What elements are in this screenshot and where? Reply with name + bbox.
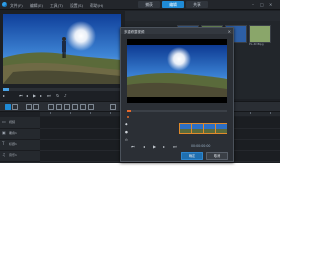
dlg-go-start-icon[interactable]: ⏮ bbox=[131, 144, 135, 149]
project-mode-icon[interactable]: ▸ bbox=[3, 93, 5, 98]
track-label: 视频 bbox=[9, 120, 16, 124]
volume-icon[interactable]: ♪ bbox=[64, 93, 67, 98]
library-tabbar bbox=[125, 11, 280, 21]
preview-frame-image bbox=[3, 14, 121, 84]
mark-in-handle[interactable] bbox=[127, 116, 129, 118]
filmstrip-frame bbox=[180, 124, 191, 133]
zoom-icon[interactable]: ⊙ bbox=[125, 138, 128, 142]
next-frame-icon[interactable]: ▸ bbox=[40, 93, 42, 98]
menu-help[interactable]: 帮助(H) bbox=[90, 3, 103, 9]
go-end-icon[interactable]: ⏭ bbox=[47, 93, 51, 98]
mode-tab-capture[interactable]: 捕获 bbox=[138, 1, 160, 8]
dlg-next-frame-icon[interactable]: ▸ bbox=[163, 144, 165, 149]
trim-filmstrip[interactable] bbox=[179, 123, 227, 134]
preview-player[interactable] bbox=[3, 14, 121, 84]
track-label: 标题1 bbox=[9, 142, 17, 146]
title-track-icon: T bbox=[2, 141, 5, 146]
close-icon[interactable]: ✕ bbox=[269, 2, 272, 7]
cancel-button[interactable]: 取消 bbox=[206, 152, 228, 160]
ok-button[interactable]: 确定 bbox=[181, 152, 203, 160]
prev-frame-icon[interactable]: ◂ bbox=[26, 93, 28, 98]
minimize-icon[interactable]: – bbox=[252, 2, 254, 7]
dialog-scrubber[interactable] bbox=[127, 110, 227, 112]
undo-icon[interactable] bbox=[26, 104, 32, 110]
go-start-icon[interactable]: ⏮ bbox=[19, 93, 23, 98]
mark-in-icon[interactable]: ◆ bbox=[125, 122, 128, 126]
library-thumbnail[interactable] bbox=[249, 25, 271, 43]
play-icon[interactable]: ▶ bbox=[33, 93, 36, 98]
track-label: 音乐1 bbox=[9, 153, 17, 157]
video-track-icon: ▭ bbox=[2, 119, 6, 124]
dlg-go-end-icon[interactable]: ⏭ bbox=[173, 144, 177, 149]
track-label: 覆叠1 bbox=[9, 131, 17, 135]
music-track-icon: ♫ bbox=[2, 152, 6, 157]
multi-trim-dialog: 多重修整视频 × ◆ ● ⊙ ⏮ ◂ ▶ ▸ ⏭ 00:00:00:00 确定 … bbox=[120, 27, 234, 162]
auto-music-icon[interactable] bbox=[64, 104, 70, 110]
storyboard-view-icon[interactable] bbox=[5, 104, 11, 110]
menu-settings[interactable]: 设置(S) bbox=[70, 3, 83, 9]
dialog-timecode[interactable]: 00:00:00:00 bbox=[191, 144, 210, 148]
dlg-play-icon[interactable]: ▶ bbox=[153, 144, 156, 149]
subtitle-icon[interactable] bbox=[80, 104, 86, 110]
mixer-icon[interactable] bbox=[56, 104, 62, 110]
track-headers: ▭ 视频 ▣ 覆叠1 T 标题1 ♫ 音乐1 bbox=[0, 117, 40, 163]
zoom-fit-icon[interactable] bbox=[110, 104, 116, 110]
motion-track-icon[interactable] bbox=[72, 104, 78, 110]
dlg-prev-frame-icon[interactable]: ◂ bbox=[143, 144, 145, 149]
library-thumbnail-label: PL-4DBpg bbox=[249, 42, 264, 46]
mode-tab-edit[interactable]: 编辑 bbox=[162, 1, 184, 8]
dialog-titlebar: 多重修整视频 × bbox=[121, 28, 233, 34]
dialog-preview-image bbox=[127, 39, 227, 103]
filmstrip-frame bbox=[204, 124, 215, 133]
menu-bar: 文件(F) 编辑(E) 工具(T) 设置(S) 帮助(H) 捕获 编辑 共享 –… bbox=[0, 0, 280, 10]
dialog-title: 多重修整视频 bbox=[124, 30, 145, 34]
overlay-track-icon: ▣ bbox=[2, 130, 6, 135]
track-header-music[interactable]: ♫ 音乐1 bbox=[0, 150, 40, 162]
menu-edit[interactable]: 编辑(E) bbox=[30, 3, 43, 9]
timeline-view-icon[interactable] bbox=[12, 104, 18, 110]
dialog-close-icon[interactable]: × bbox=[228, 29, 231, 34]
scrubber-progress bbox=[3, 88, 9, 91]
menu-file[interactable]: 文件(F) bbox=[10, 3, 23, 9]
multicam-icon[interactable] bbox=[88, 104, 94, 110]
mode-tab-share[interactable]: 共享 bbox=[186, 1, 208, 8]
mark-out-icon[interactable]: ● bbox=[125, 130, 128, 134]
filmstrip-frame bbox=[192, 124, 203, 133]
transport-controls: ▸ ⏮ ◂ ▶ ▸ ⏭ ↻ ♪ bbox=[3, 93, 121, 99]
app-logo-icon bbox=[2, 1, 7, 7]
record-icon[interactable] bbox=[48, 104, 54, 110]
repeat-icon[interactable]: ↻ bbox=[56, 93, 59, 98]
filmstrip-frame bbox=[216, 124, 227, 133]
redo-icon[interactable] bbox=[33, 104, 39, 110]
dialog-scrubber-marker bbox=[127, 110, 131, 112]
menu-tools[interactable]: 工具(T) bbox=[50, 3, 63, 9]
maximize-icon[interactable]: □ bbox=[260, 2, 264, 7]
dialog-preview bbox=[127, 39, 227, 103]
preview-scrubber[interactable] bbox=[3, 88, 121, 91]
